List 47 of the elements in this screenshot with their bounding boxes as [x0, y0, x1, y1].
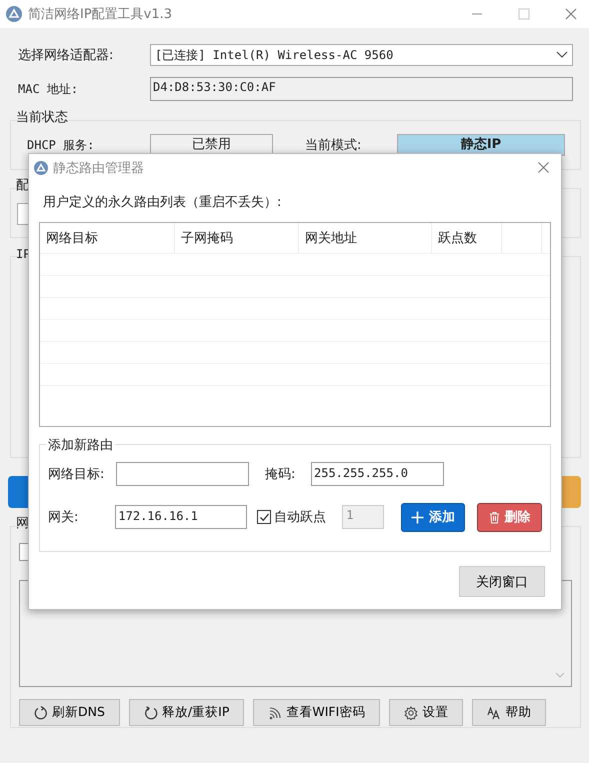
adapter-dropdown[interactable]: [已连接] Intel(R) Wireless-AC 9560 — [150, 44, 573, 66]
column-header[interactable]: 子网掩码 — [175, 223, 299, 253]
add-button[interactable]: 添加 — [400, 502, 466, 532]
refresh-icon — [34, 706, 48, 720]
wifi-icon — [268, 706, 282, 720]
maximize-icon[interactable] — [518, 8, 530, 20]
column-header[interactable]: 网络目标 — [40, 223, 175, 253]
mask-label: 掩码: — [265, 466, 296, 483]
group-title: 当前状态 — [15, 110, 68, 126]
group-title: 配 — [15, 178, 29, 194]
trash-icon — [488, 510, 500, 524]
route-table[interactable]: 网络目标 子网掩码 网关地址 跃点数 — [39, 222, 551, 427]
group-title: 网 — [15, 516, 29, 532]
column-header[interactable]: 网关地址 — [299, 223, 432, 253]
app-logo-icon — [6, 6, 22, 22]
close-icon[interactable] — [565, 8, 577, 20]
mask-input[interactable]: 255.255.255.0 — [311, 462, 444, 486]
group-title: 添加新路由 — [46, 436, 115, 454]
mode-label: 当前模式: — [305, 137, 362, 154]
checkmark-icon — [258, 512, 270, 522]
tool-button[interactable]: 设置 — [389, 699, 464, 726]
target-input[interactable] — [116, 462, 249, 486]
app-logo-icon — [34, 160, 48, 174]
target-label: 网络目标: — [48, 466, 106, 483]
tool-button[interactable]: 帮助 — [472, 699, 546, 726]
tool-button[interactable]: 查看WIFI密码 — [253, 699, 380, 726]
plus-icon — [411, 510, 424, 524]
list-label: 用户定义的永久路由列表（重启不丢失）: — [42, 194, 282, 211]
dialog-title: 静态路由管理器 — [53, 160, 144, 176]
mac-label: MAC 地址: — [17, 80, 80, 98]
scroll-down-icon[interactable] — [555, 672, 565, 678]
delete-button[interactable]: 删除 — [477, 502, 542, 532]
font-size-icon — [487, 706, 502, 720]
tool-button[interactable]: 释放/重获IP — [128, 699, 244, 726]
gateway-label: 网关: — [48, 509, 80, 526]
window-title: 简洁网络IP配置工具v1.3 — [28, 6, 172, 23]
close-window-button[interactable]: 关闭窗口 — [459, 566, 545, 597]
column-header[interactable]: 跃点数 — [432, 223, 502, 253]
tool-button[interactable]: 刷新DNS — [19, 699, 120, 726]
dhcp-label: DHCP 服务: — [27, 136, 96, 154]
mac-field[interactable]: D4:D8:53:30:C0:AF — [150, 77, 573, 101]
refresh-icon — [144, 706, 158, 720]
gateway-input[interactable]: 172.16.16.1 — [115, 505, 248, 529]
adapter-label: 选择网络适配器: — [17, 47, 114, 64]
settings-icon — [404, 706, 418, 720]
close-icon[interactable] — [538, 162, 549, 173]
auto-hop-checkbox[interactable]: 自动跃点 — [257, 508, 326, 526]
